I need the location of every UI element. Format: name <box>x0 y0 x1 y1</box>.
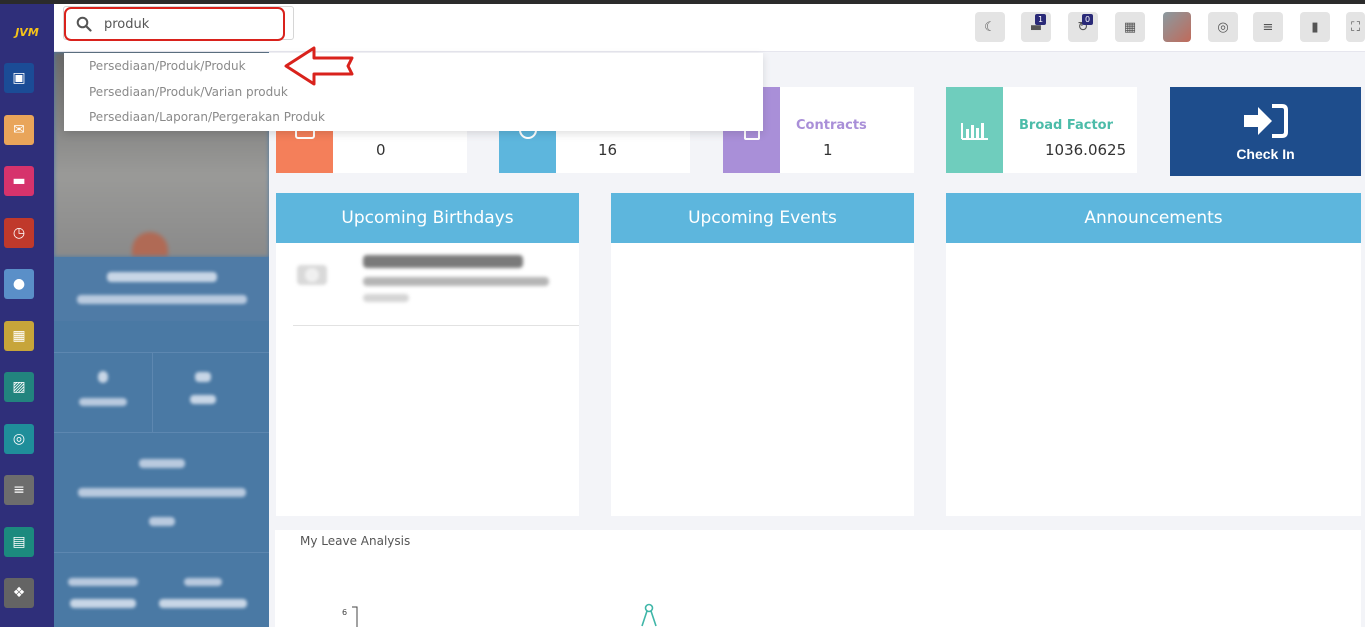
chart-marker-icon <box>641 603 657 627</box>
upcoming-birthdays-panel: Upcoming Birthdays <box>276 193 579 516</box>
dashboard-icon[interactable]: ◎ <box>4 423 34 454</box>
bookmark-icon[interactable]: ▮ <box>1300 12 1330 42</box>
stat-value: 0 <box>376 141 386 159</box>
camera-icon <box>294 257 330 289</box>
monitor-icon[interactable]: ▣ <box>4 63 34 93</box>
chart-y-tick: 6 <box>342 608 348 617</box>
edit-list-icon[interactable]: ≡ <box>4 475 34 505</box>
user-clock-icon[interactable]: ● <box>4 269 34 299</box>
bar-chart-icon <box>946 87 1003 173</box>
suggestion-varian-produk[interactable]: Persediaan/Produk/Varian produk <box>89 85 288 99</box>
panel-title: Upcoming Events <box>611 193 914 243</box>
menu-icon[interactable]: ≡ <box>1253 12 1283 42</box>
fullscreen-icon[interactable]: ⛶ <box>1346 12 1365 42</box>
search-box[interactable] <box>63 6 294 41</box>
contact-icon[interactable]: ▤ <box>4 526 34 557</box>
check-in-label: Check In <box>1236 145 1295 162</box>
messages-icon[interactable]: ▬ 1 <box>1021 12 1051 42</box>
puzzle-icon[interactable]: ❖ <box>4 578 34 608</box>
profile-info-row <box>54 352 269 433</box>
timer-icon[interactable]: ◷ <box>4 217 34 248</box>
presentation-icon[interactable]: ▨ <box>4 372 34 402</box>
profile-joined <box>54 432 269 542</box>
app-logo[interactable]: JVM <box>4 12 50 52</box>
moon-icon[interactable]: ☾ <box>975 12 1005 42</box>
calendar-icon[interactable]: ▦ <box>4 320 34 351</box>
search-suggestions: Persediaan/Produk/Produk Persediaan/Prod… <box>64 53 763 131</box>
profile-name-bar <box>54 257 269 321</box>
birthday-entry <box>363 255 549 302</box>
stat-label: Broad Factor <box>1019 118 1114 133</box>
stat-card-broad-factor[interactable]: Broad Factor 1036.0625 <box>946 87 1137 173</box>
stat-value: 16 <box>598 141 618 159</box>
profile-contact <box>54 552 269 627</box>
annotation-arrow-icon <box>284 46 354 86</box>
chat-icon[interactable]: ▬ <box>4 166 34 196</box>
globe-icon[interactable]: ◎ <box>1208 12 1238 42</box>
search-input[interactable] <box>104 13 274 35</box>
leave-analysis-panel: My Leave Analysis 6 <box>275 530 1361 627</box>
stat-label: Contracts <box>796 118 867 133</box>
notification-icon[interactable]: ↻ 0 <box>1068 12 1098 42</box>
panel-title: Announcements <box>946 193 1361 243</box>
stat-value: 1036.0625 <box>1045 141 1127 159</box>
search-icon <box>76 16 92 32</box>
user-avatar-icon[interactable] <box>1163 12 1191 42</box>
panel-title: Upcoming Birthdays <box>276 193 579 243</box>
calculator-icon[interactable]: ▦ <box>1115 12 1145 42</box>
announcements-panel: Announcements <box>946 193 1361 516</box>
stat-value: 1 <box>823 141 833 159</box>
check-in-button[interactable]: Check In <box>1170 87 1361 176</box>
leave-analysis-title: My Leave Analysis <box>300 534 411 548</box>
upcoming-events-panel: Upcoming Events <box>611 193 914 516</box>
notification-badge: 1 <box>1035 14 1046 25</box>
suggestion-pergerakan-produk[interactable]: Persediaan/Laporan/Pergerakan Produk <box>89 110 325 124</box>
suggestion-produk[interactable]: Persediaan/Produk/Produk <box>89 59 246 73</box>
notification-badge: 0 <box>1082 14 1093 25</box>
profile-card <box>54 52 269 627</box>
sign-in-icon <box>1243 103 1288 138</box>
mail-icon[interactable]: ✉ <box>4 114 34 145</box>
chart-axis <box>352 606 358 627</box>
